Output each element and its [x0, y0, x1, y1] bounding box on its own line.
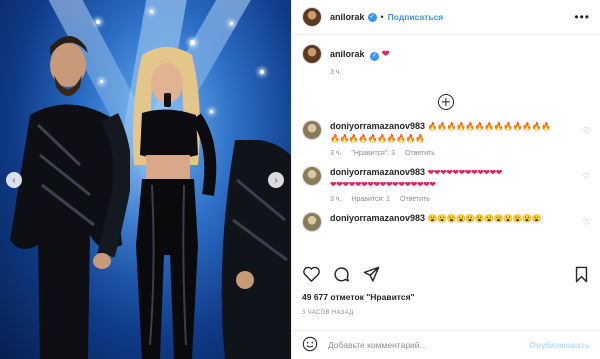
comment-likes-count[interactable]: "Нравится": 3 [351, 150, 395, 157]
comment-time: 3 ч. [330, 196, 342, 203]
comments-list[interactable]: anilorak ✓ ❤ 3 ч. doniyorramazanov983 🔥🔥… [292, 36, 600, 258]
comment-item: doniyorramazanov983 🔥🔥🔥🔥🔥🔥🔥🔥🔥🔥🔥🔥🔥 🔥🔥🔥🔥🔥🔥… [302, 120, 590, 157]
publish-button[interactable]: Опубликовать [529, 340, 590, 350]
likes-count[interactable]: 49 677 отметок "Нравится" [302, 292, 415, 302]
share-icon[interactable] [362, 265, 380, 283]
post-caption: anilorak ✓ ❤ [302, 44, 590, 65]
instagram-post-view: ‹ › anilorak ✓ • Подписаться ••• anilora… [0, 0, 600, 359]
more-options-icon[interactable]: ••• [574, 10, 590, 24]
commenter-avatar[interactable] [302, 166, 322, 186]
commenter-username[interactable]: doniyorramazanov983 [330, 167, 425, 177]
load-more-comments [302, 94, 590, 110]
commenter-username[interactable]: doniyorramazanov983 [330, 213, 425, 223]
post-details-panel: anilorak ✓ • Подписаться ••• anilorak ✓ … [291, 0, 600, 359]
prev-photo-button[interactable]: ‹ [6, 172, 22, 188]
caption-time: 3 ч. [330, 69, 342, 76]
reply-button[interactable]: Ответить [405, 150, 435, 157]
post-header: anilorak ✓ • Подписаться ••• [292, 0, 600, 35]
next-photo-button[interactable]: › [268, 172, 284, 188]
stage-light [96, 20, 100, 24]
caption-username[interactable]: anilorak [330, 49, 365, 59]
stage-light [260, 70, 264, 74]
comment-text-continued: ❤❤❤❤❤❤❤❤❤❤❤❤❤❤❤❤❤ [330, 180, 436, 189]
bookmark-icon[interactable] [572, 265, 590, 283]
comment-input[interactable] [328, 340, 530, 350]
post-photo[interactable]: ‹ › [0, 0, 291, 359]
caption-text: ❤ [381, 49, 390, 60]
heart-icon[interactable] [302, 265, 320, 283]
comment-item: doniyorramazanov983 😮😮😮😮😮😮😮😮😮😮😮😮 ♡ [302, 212, 590, 232]
post-actions [302, 262, 590, 286]
commenter-avatar[interactable] [302, 120, 322, 140]
post-time-ago: 3 ЧАСОВ НАЗАД [302, 310, 354, 316]
comment-time: 3 ч. [330, 150, 342, 157]
verified-badge-icon: ✓ [367, 12, 377, 22]
follow-button[interactable]: Подписаться [388, 12, 444, 22]
comment-heart-icon[interactable]: ♡ [583, 218, 590, 227]
commenter-username[interactable]: doniyorramazanov983 [330, 121, 425, 131]
emoji-icon[interactable] [302, 336, 318, 354]
verified-badge-icon: ✓ [370, 52, 380, 61]
female-singer [133, 47, 217, 359]
plus-circle-icon[interactable] [438, 94, 454, 110]
caption-author-avatar[interactable] [302, 44, 322, 64]
comment-text: ❤❤❤❤❤❤❤❤❤❤❤❤ [427, 168, 503, 177]
comment-heart-icon[interactable]: ♡ [583, 126, 590, 135]
comment-text: 🔥🔥🔥🔥🔥🔥🔥🔥🔥🔥🔥🔥🔥 [427, 122, 552, 131]
comment-heart-icon[interactable]: ♡ [583, 172, 590, 181]
comment-text-continued: 🔥🔥🔥🔥🔥🔥🔥🔥🔥🔥 [330, 134, 425, 143]
separator-dot: • [380, 12, 384, 22]
comment-item: doniyorramazanov983 ❤❤❤❤❤❤❤❤❤❤❤❤ ❤❤❤❤❤❤❤… [302, 166, 590, 203]
stage-light [230, 22, 233, 25]
author-username[interactable]: anilorak [330, 12, 365, 22]
comment-icon[interactable] [332, 265, 350, 283]
comment-text: 😮😮😮😮😮😮😮😮😮😮😮😮 [427, 214, 542, 223]
reply-button[interactable]: Ответить [400, 196, 430, 203]
comment-likes-count[interactable]: Нравится: 1 [351, 196, 390, 203]
add-comment-bar: Опубликовать [292, 330, 600, 359]
author-avatar[interactable] [302, 7, 322, 27]
commenter-avatar[interactable] [302, 212, 322, 232]
stage-light [150, 10, 153, 13]
